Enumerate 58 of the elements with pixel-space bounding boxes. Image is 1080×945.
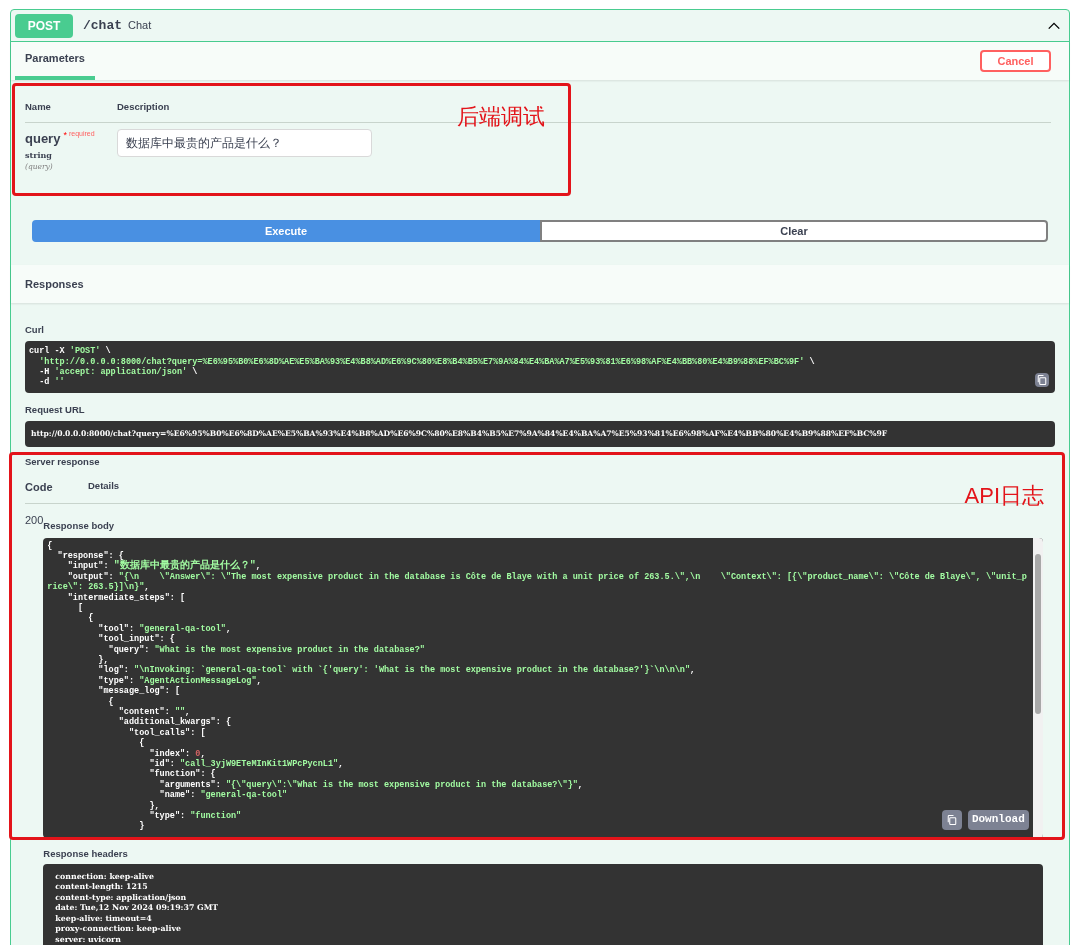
code-line: "message_log": [ [97,686,180,697]
code-line: "content": "", [117,707,191,717]
code-line: "name": "general-qa-tool" [158,790,288,801]
code-line: "arguments": "{\"query\":\"What is the most expensive product in the database?\"}", [158,779,583,790]
download-button[interactable]: Download [967,809,1029,830]
parameter-type: string [25,148,53,161]
annotation-label: 后端调试 [457,103,545,131]
clear-button[interactable]: Clear [540,220,1048,242]
parameters-tab[interactable]: Parameters [15,49,95,80]
code-line: "type": "function" [148,811,242,822]
code-line: "tool_input": { [97,634,175,645]
code-line: [ [76,602,84,614]
code-line: { [87,613,94,624]
server-response-label: Server response [25,454,101,469]
code-line: "output": "{\n \"Answer\": \"The most expensive product in the database is Côte de Blaye with a unit price of 263.5.\",\n \"Context\": [{\"product_name\": \"Côte de Blaye\", \"unit_p [66,571,1027,582]
code-line: "tool_calls": [ [127,727,206,738]
copy-icon[interactable] [1035,373,1049,388]
code-line: "query": "What is the most expensive product in the database?" [107,644,425,655]
code-line: "intermediate_steps": [ [66,592,186,603]
code-line: 'http://0.0.0.0:8000/chat?query=%E6%95%B0%E6%8D%AE%E5%BA%93%E4%B8%AD%E6%9C%80%E8%B4%B5%E7%9A%84%E4%BA%A7%E5%93%81%E6%98%AF%E4%BB%80%E4%B9%88%EF%BC%9F' \ [38,356,815,367]
column-header: Name [25,100,52,114]
endpoint-path: /chat [83,16,122,35]
column-header: Code [25,479,54,495]
code-line: "tool": "general-qa-tool", [97,623,231,634]
status-code: 200 [25,513,44,527]
code-line: { [107,696,114,707]
responses-title: Responses [25,276,84,292]
column-header: Description [117,100,170,114]
code-line: curl -X 'POST' \ [29,346,111,357]
query-input[interactable]: 数据库中最贵的产品是什么？ [117,129,372,158]
code-line: "input": "数据库中最贵的产品是什么？", [67,561,261,572]
code-line: "log": "\nInvoking: `general-qa-tool` with `{'query': 'What is the most expensive product in the database?'}`\n\n\n", [97,665,696,676]
required-mark: * [63,129,67,143]
code-line: "additional_kwargs": { [117,717,231,728]
annotation-label: API日志 [964,482,1044,510]
endpoint-summary: Chat [128,18,152,34]
code-line: "id": "call_3yjW9ETeMInKit1WPcPycnL1", [148,759,344,770]
code-line: rice\": 263.5}]\n}", [47,582,150,593]
code-line: -H 'accept: application/json' \ [38,367,198,378]
response-body-label: Response body [43,520,116,534]
request-url-label: Request URL [25,403,86,418]
code-line: "function": { [148,769,216,780]
parameter-name: query [25,130,61,149]
copy-icon[interactable] [941,809,962,830]
code-line: }, [97,654,109,665]
response-headers-label: Response headers [43,846,129,861]
code-line: "index": 0, [148,748,206,759]
curl-label: Curl [25,323,45,337]
code-line: }, [148,800,160,811]
code-line: { [138,738,145,749]
method-badge: POST [15,13,73,38]
code-line: -d '' [38,377,65,388]
column-header: Details [88,478,120,493]
code-line: "response": { [56,550,124,561]
code-line: } [138,821,145,832]
code-line: { [47,540,53,551]
code-line: "type": "AgentActionMessageLog", [97,675,262,686]
scrollbar[interactable] [1032,537,1043,838]
